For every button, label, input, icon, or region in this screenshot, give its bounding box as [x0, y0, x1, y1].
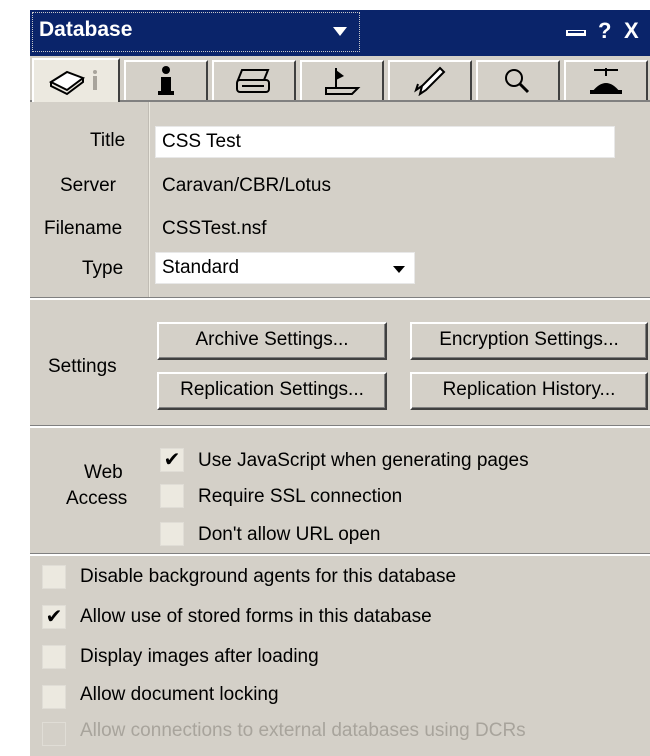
chevron-down-icon[interactable]: [393, 266, 405, 273]
type-dropdown[interactable]: Standard: [155, 252, 415, 284]
use-javascript-label: Use JavaScript when generating pages: [198, 450, 529, 471]
rocket-icon: [414, 66, 446, 96]
section-divider: [30, 553, 650, 556]
allow-stored-forms-label: Allow use of stored forms in this databa…: [80, 606, 432, 627]
no-url-open-checkbox[interactable]: [160, 522, 184, 546]
server-label: Server: [60, 175, 116, 196]
server-value: Caravan/CBR/Lotus: [162, 175, 331, 196]
chevron-down-icon[interactable]: [333, 27, 347, 36]
display-images-checkbox[interactable]: [42, 645, 66, 669]
document-locking-checkbox[interactable]: [42, 685, 66, 709]
collapse-icon[interactable]: [566, 30, 586, 36]
printer-icon: [236, 69, 270, 93]
design-icon: [325, 68, 361, 95]
info-icon: [158, 66, 174, 95]
external-dcr-label: Allow connections to external databases …: [80, 720, 526, 741]
require-ssl-label: Require SSL connection: [198, 486, 403, 507]
encryption-settings-button[interactable]: Encryption Settings...: [410, 322, 648, 360]
tab-basics[interactable]: [32, 58, 120, 102]
filename-label: Filename: [44, 218, 123, 239]
settings-label: Settings: [48, 356, 117, 377]
disable-agents-label: Disable background agents for this datab…: [80, 566, 457, 587]
web-access-label-line2: Access: [66, 488, 128, 509]
use-javascript-checkbox[interactable]: ✔: [160, 448, 184, 472]
type-value: Standard: [162, 257, 240, 278]
database-properties-panel: Database ? X Title CSS Test Server Carav…: [0, 0, 650, 756]
property-type-dropdown[interactable]: Database: [32, 12, 360, 52]
web-access-label-line1: Web: [84, 462, 123, 483]
replication-settings-button[interactable]: Replication Settings...: [157, 372, 387, 410]
filename-value: CSSTest.nsf: [162, 218, 267, 239]
section-divider: [30, 297, 650, 300]
disable-agents-checkbox[interactable]: [42, 565, 66, 589]
close-icon[interactable]: X: [624, 18, 639, 44]
help-icon[interactable]: ?: [598, 18, 611, 44]
no-url-open-label: Don't allow URL open: [198, 524, 381, 545]
require-ssl-checkbox[interactable]: [160, 484, 184, 508]
allow-stored-forms-checkbox[interactable]: ✔: [42, 605, 66, 629]
magnifier-icon: [505, 69, 530, 94]
tab-advanced[interactable]: [564, 60, 648, 100]
external-dcr-checkbox: [42, 722, 66, 746]
tab-strip: [30, 56, 650, 102]
archive-settings-button[interactable]: Archive Settings...: [157, 322, 387, 360]
type-label: Type: [82, 258, 124, 279]
property-type-label: Database: [39, 18, 133, 41]
replication-history-button[interactable]: Replication History...: [410, 372, 648, 410]
tab-print[interactable]: [212, 60, 296, 100]
book-info-icon: [48, 70, 97, 96]
tab-launch[interactable]: [388, 60, 472, 100]
tab-info[interactable]: [124, 60, 208, 100]
document-locking-label: Allow document locking: [80, 684, 279, 705]
title-field[interactable]: [155, 126, 615, 158]
propeller-hat-icon: [590, 68, 622, 94]
display-images-label: Display images after loading: [80, 646, 319, 667]
section-divider: [30, 425, 650, 428]
tab-design[interactable]: [300, 60, 384, 100]
title-label: Title: [90, 130, 126, 151]
label-column-divider: [148, 102, 150, 298]
tab-fulltext[interactable]: [476, 60, 560, 100]
